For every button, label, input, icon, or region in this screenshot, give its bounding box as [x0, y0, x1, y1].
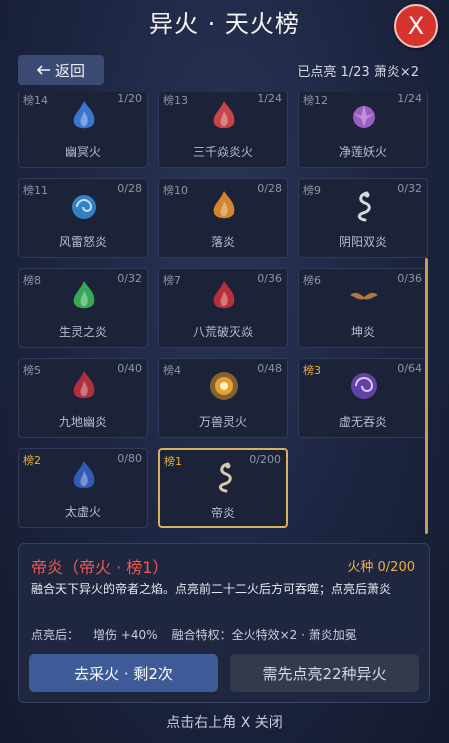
cell-progress: 0/32	[117, 272, 142, 285]
cell-rank: 榜11	[23, 184, 48, 197]
fire-grid: 榜14 1/20 幽冥火 榜13 1/24 三千焱炎火 榜12 1/24 净莲妖火榜11 0/28…	[18, 92, 428, 534]
flame-icon	[213, 281, 235, 309]
detail-panel: 帝炎（帝火 · 榜1） 火种 0/200 融合天下异火的帝者之焰。点亮前二十二火…	[18, 543, 430, 703]
back-label: 返回	[54, 61, 85, 80]
cell-progress: 0/80	[117, 452, 142, 465]
cell-progress: 1/24	[397, 92, 422, 105]
flame-icon	[213, 191, 235, 219]
effect-privilege: 融合特权：全火特效×2 · 萧炎加冕	[171, 628, 357, 642]
burst-flame-icon	[210, 372, 238, 400]
fire-cell-10[interactable]: 榜5 0/40 九地幽炎	[18, 358, 148, 438]
cell-name: 虚无吞炎	[338, 415, 387, 429]
cell-progress: 0/28	[257, 182, 282, 195]
fire-cell-11[interactable]: 榜4 0/48 万兽灵火	[158, 358, 288, 438]
fire-cell-13[interactable]: 榜2 0/80 太虚火	[18, 448, 148, 528]
cell-rank: 榜14	[23, 94, 48, 107]
fire-cell-2[interactable]: 榜13 1/24 三千焱炎火	[158, 92, 288, 168]
fire-cell-5[interactable]: 榜10 0/28 落炎	[158, 178, 288, 258]
cell-progress: 0/32	[397, 182, 422, 195]
cell-name: 风雷怒炎	[58, 235, 107, 249]
close-button[interactable]: X	[394, 4, 438, 48]
flame-icon	[213, 101, 235, 129]
cell-name: 阴阳双炎	[338, 235, 387, 249]
cell-name: 九地幽炎	[58, 415, 107, 429]
vortex-flame-icon	[351, 373, 377, 399]
dragon-icon	[218, 462, 232, 493]
cell-progress: 0/64	[397, 362, 422, 375]
lotus-flame-icon	[353, 105, 375, 128]
footer-hint: 点击右上角 X 关闭	[166, 715, 283, 731]
cell-progress: 0/36	[397, 272, 422, 285]
fire-cell-7[interactable]: 榜8 0/32 生灵之炎	[18, 268, 148, 348]
flame-icon	[73, 101, 95, 129]
cell-progress: 0/48	[257, 362, 282, 375]
cell-name: 八荒破灭焱	[192, 325, 253, 339]
arrow-left-icon	[36, 65, 50, 75]
cell-rank: 榜2	[23, 454, 41, 467]
detail-name: 帝炎（帝火 · 榜1）	[31, 558, 169, 577]
cell-progress: 0/36	[257, 272, 282, 285]
fire-cell-6[interactable]: 榜9 0/32 阴阳双炎	[298, 178, 428, 258]
cell-rank: 榜3	[303, 364, 321, 377]
cell-rank: 榜9	[303, 184, 321, 197]
swirl-flame-icon	[72, 195, 96, 219]
cell-progress: 1/20	[117, 92, 142, 105]
fire-cell-9[interactable]: 榜6 0/36 坤炎	[298, 268, 428, 348]
dragon-icon	[357, 191, 371, 222]
effect-label: 点亮后：	[31, 628, 80, 642]
fire-cell-8[interactable]: 榜7 0/36 八荒破灭焱	[158, 268, 288, 348]
cell-name: 三千焱炎火	[192, 145, 253, 159]
back-button[interactable]: 返回	[18, 55, 104, 85]
cell-name: 万兽灵火	[198, 415, 247, 429]
flame-icon	[73, 281, 95, 309]
cell-progress: 0/40	[117, 362, 142, 375]
cell-progress: 0/200	[249, 453, 281, 466]
close-icon: X	[407, 12, 425, 40]
cell-progress: 1/24	[257, 92, 282, 105]
cell-name: 落炎	[210, 235, 235, 249]
cell-name: 生灵之炎	[58, 325, 107, 339]
fire-cell-3[interactable]: 榜12 1/24 净莲妖火	[298, 92, 428, 168]
cell-rank: 榜8	[23, 274, 41, 287]
cell-name: 幽冥火	[64, 145, 101, 159]
cell-name: 帝炎	[210, 506, 235, 520]
flame-icon	[73, 461, 95, 489]
cell-rank: 榜10	[163, 184, 188, 197]
cell-rank: 榜1	[164, 455, 182, 468]
fire-cell-1[interactable]: 榜14 1/20 幽冥火	[18, 92, 148, 168]
cell-rank: 榜6	[303, 274, 321, 287]
bat-icon	[350, 292, 378, 300]
effect-damage: 增伤 +40%	[93, 628, 158, 642]
cell-name: 坤炎	[350, 325, 375, 339]
cell-rank: 榜5	[23, 364, 41, 377]
cell-rank: 榜4	[163, 364, 181, 377]
flame-icon	[73, 371, 95, 399]
detail-effects: 点亮后： 增伤 +40% 融合特权：全火特效×2 · 萧炎加冕	[31, 626, 371, 643]
cell-progress: 0/28	[117, 182, 142, 195]
fire-cell-12[interactable]: 榜3 0/64 虚无吞炎	[298, 358, 428, 438]
gather-fire-button[interactable]: 去采火 · 剩2次	[29, 654, 218, 692]
fire-cell-14[interactable]: 榜1 0/200 帝炎	[158, 448, 288, 528]
cell-rank: 榜7	[163, 274, 181, 287]
fire-cell-4[interactable]: 榜11 0/28 风雷怒炎	[18, 178, 148, 258]
requirement-button[interactable]: 需先点亮22种异火	[230, 654, 419, 692]
cell-rank: 榜12	[303, 94, 328, 107]
detail-count: 火种 0/200	[347, 560, 415, 575]
scrollbar[interactable]	[425, 258, 428, 534]
cell-name: 净莲妖火	[338, 145, 387, 159]
detail-description: 融合天下异火的帝者之焰。点亮前二十二火后方可吞噬；点亮后萧炎	[31, 582, 392, 596]
cell-name: 太虚火	[64, 505, 101, 519]
cell-rank: 榜13	[163, 94, 188, 107]
lit-status: 已点亮 1/23 萧炎×2	[297, 65, 419, 80]
page-title: 异火 · 天火榜	[149, 10, 300, 38]
